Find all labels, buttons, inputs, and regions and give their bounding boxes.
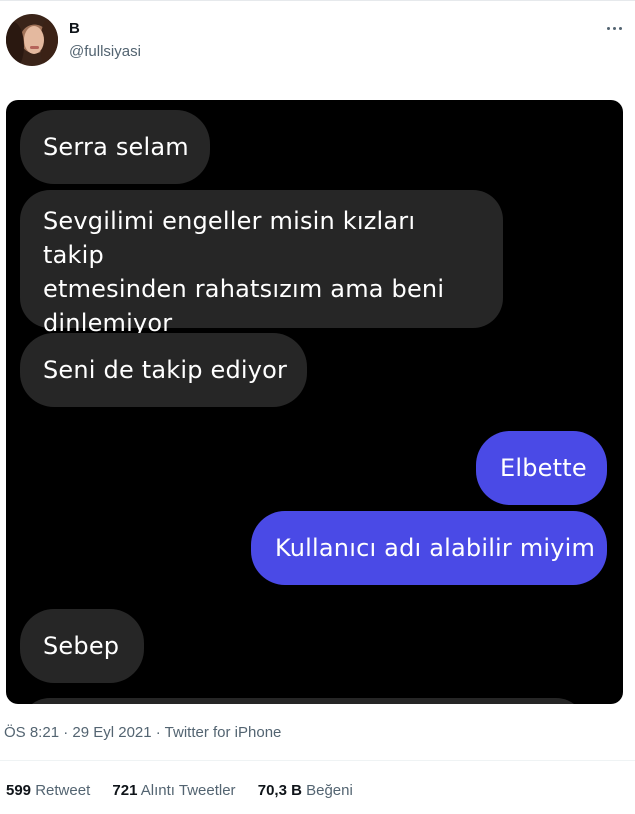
stats-divider (0, 760, 635, 761)
more-horizontal-icon[interactable] (601, 18, 627, 38)
more-dot (618, 26, 622, 30)
tweet-source[interactable]: Twitter for iPhone (165, 724, 282, 741)
message-text: Serra selam (43, 133, 189, 161)
message-text: Seni de takip ediyor (43, 356, 288, 384)
quote-tweets-stat[interactable]: 721 Alıntı Tweetler (112, 782, 235, 799)
quote-tweets-label: Alıntı Tweetler (140, 782, 236, 799)
metadata-separator: · (151, 724, 165, 741)
more-dot (606, 26, 610, 30)
retweets-stat[interactable]: 599 Retweet (6, 782, 90, 799)
message-text: Kullanıcı adı alabilir miyim (275, 534, 596, 562)
message-bubble-outgoing: Kullanıcı adı alabilir miyim (251, 511, 607, 585)
tweet-header: B @fullsiyasi (0, 0, 635, 80)
message-bubble-incoming: Sevgilimi engeller misin kızları takip e… (20, 190, 503, 337)
more-dot (612, 26, 616, 30)
message-bubble-incoming: Serra selam (20, 110, 210, 184)
quote-tweets-count: 721 (112, 782, 138, 799)
author-handle[interactable]: @fullsiyasi (69, 43, 141, 60)
message-bubble-incoming: Sebep (20, 609, 144, 683)
avatar-hair-left (6, 22, 24, 66)
likes-label: Beğeni (306, 782, 353, 799)
message-bubble-incoming: Seni de takip ediyor (20, 333, 307, 407)
message-line: Sevgilimi engeller misin kızları takip (43, 207, 416, 269)
message-text: Sebep (43, 632, 120, 660)
retweets-count: 599 (6, 782, 32, 799)
tweet-timestamp[interactable]: ÖS 8:21 · 29 Eyl 2021 (4, 724, 152, 741)
tweet-stats: 599 Retweet 721 Alıntı Tweetler 70,3 B B… (6, 782, 371, 799)
message-bubble-partial (20, 698, 586, 704)
avatar-face (24, 26, 44, 54)
author-display-name[interactable]: B (69, 20, 80, 37)
message-line: etmesinden rahatsızım ama beni (43, 275, 445, 303)
tweet-media-image[interactable]: Serra selam Sevgilimi engeller misin kız… (6, 100, 623, 704)
likes-stat[interactable]: 70,3 B Beğeni (258, 782, 353, 799)
likes-count: 70,3 B (257, 782, 302, 799)
avatar[interactable] (6, 14, 58, 66)
avatar-lips (30, 46, 39, 49)
message-bubble-outgoing: Elbette (476, 431, 607, 505)
tweet-metadata: ÖS 8:21 · 29 Eyl 2021 · Twitter for iPho… (4, 724, 281, 741)
retweets-label: Retweet (35, 782, 91, 799)
message-text: Elbette (500, 454, 587, 482)
